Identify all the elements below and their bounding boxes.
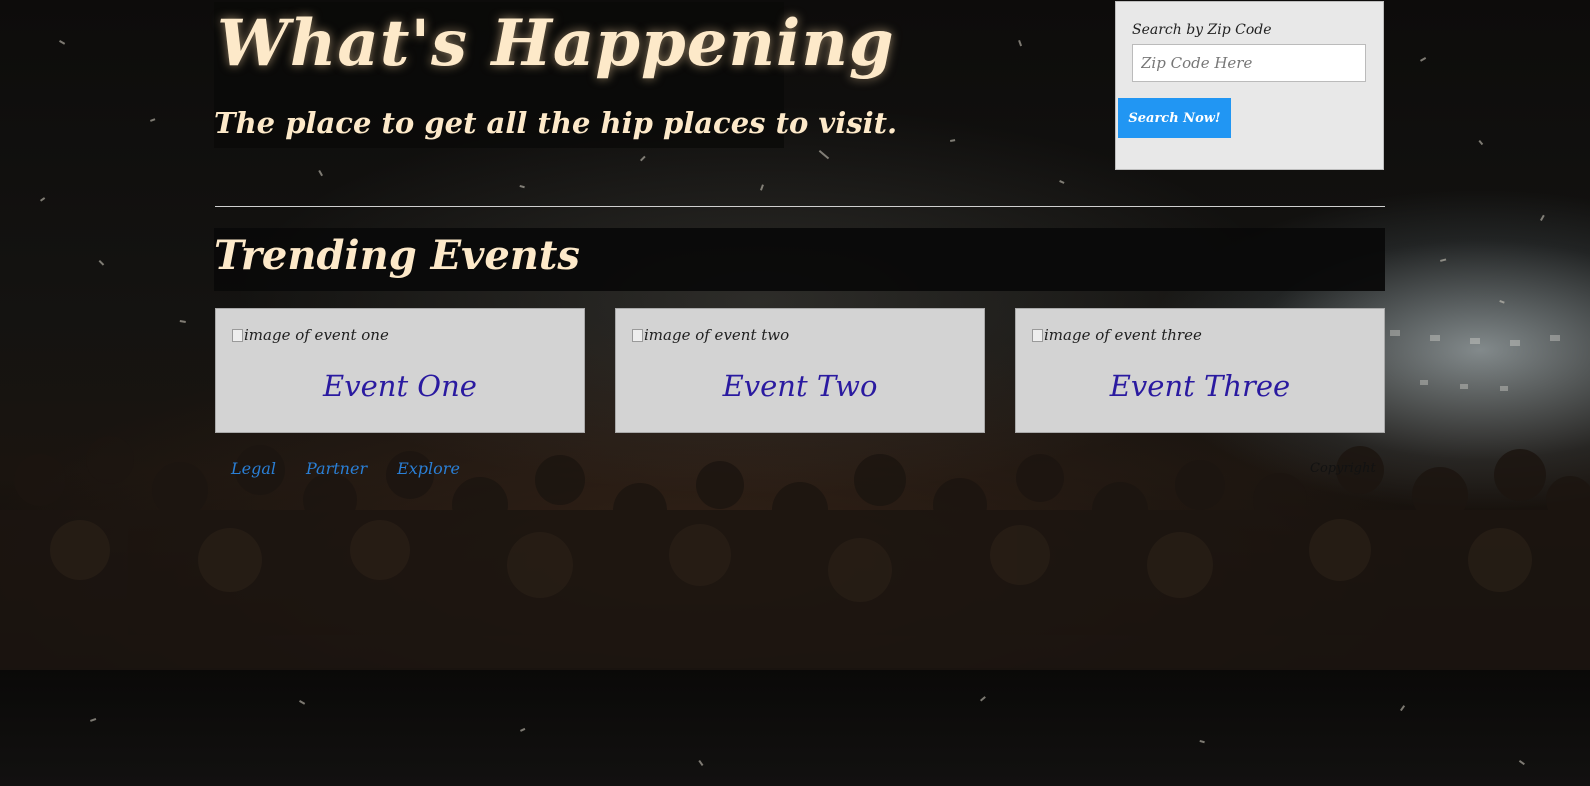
event-three-name[interactable]: Event Three (1016, 369, 1384, 403)
footer-link-partner[interactable]: Partner (306, 459, 367, 478)
background-photo-repeat (0, 668, 1590, 786)
event-card-one[interactable]: image of event one Event One (215, 308, 585, 433)
footer-copyright: Copyright (1310, 461, 1376, 476)
event-card-three[interactable]: image of event three Event Three (1015, 308, 1385, 433)
event-two-image-alt: image of event two (644, 326, 790, 344)
site-tagline: The place to get all the hip places to v… (214, 106, 898, 140)
search-now-button[interactable]: Search Now! (1118, 98, 1231, 138)
event-three-image-alt: image of event three (1044, 326, 1202, 344)
footer-link-legal[interactable]: Legal (231, 459, 276, 478)
event-one-image: image of event one (232, 326, 389, 344)
event-two-name[interactable]: Event Two (616, 369, 984, 403)
event-one-image-alt: image of event one (244, 326, 389, 344)
event-two-image: image of event two (632, 326, 789, 344)
trending-events-heading: Trending Events (214, 232, 580, 279)
trending-events-bar: Trending Events (214, 228, 1385, 291)
event-three-image: image of event three (1032, 326, 1202, 344)
zip-search-label: Search by Zip Code (1132, 22, 1272, 38)
broken-image-icon (232, 328, 243, 342)
broken-image-icon (1032, 328, 1043, 342)
footer-nav: Legal Partner Explore (231, 459, 490, 478)
event-one-name[interactable]: Event One (216, 369, 584, 403)
broken-image-icon (632, 328, 643, 342)
event-card-two[interactable]: image of event two Event Two (615, 308, 985, 433)
site-title: What's Happening (217, 6, 895, 81)
zip-search-panel: Search by Zip Code Search Now! (1115, 1, 1384, 170)
header-divider (215, 206, 1385, 207)
footer-link-explore[interactable]: Explore (397, 459, 460, 478)
zip-code-input[interactable] (1132, 44, 1366, 82)
